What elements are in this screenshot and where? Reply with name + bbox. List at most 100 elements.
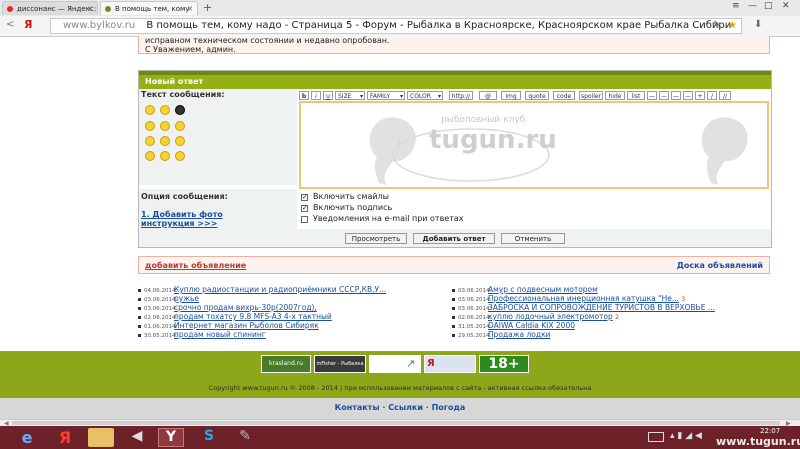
- italic-button[interactable]: i: [311, 91, 321, 100]
- color-select[interactable]: COLOR ▾: [407, 91, 443, 100]
- family-select[interactable]: FAMILY ▾: [367, 91, 405, 100]
- email-notify-checkbox[interactable]: [301, 216, 308, 223]
- toolbar-button[interactable]: —: [659, 91, 669, 100]
- enable-signature-checkbox[interactable]: ✓: [301, 205, 308, 212]
- download-icon[interactable]: ⬇: [754, 19, 762, 30]
- edit-icon[interactable]: ✎: [713, 19, 721, 33]
- submit-reply-button[interactable]: Добавить ответ: [413, 233, 495, 244]
- add-photo-link[interactable]: 1. Добавить фото: [141, 210, 223, 219]
- toolbar-button[interactable]: —: [671, 91, 681, 100]
- post-notice-box: исправном техническом состоянии и недавн…: [138, 36, 770, 54]
- angry-icon[interactable]: [175, 151, 185, 161]
- maximize-icon[interactable]: □: [764, 1, 773, 11]
- list-item: 03.06.2014:ружье: [138, 294, 448, 303]
- media-player-icon[interactable]: ◀: [124, 428, 150, 447]
- tab-yandex[interactable]: диссонанс — Яндекс: ✕: [2, 1, 98, 15]
- enable-smiles-label: Включить смайлы: [313, 192, 389, 201]
- yandex-counter[interactable]: Я: [424, 355, 476, 373]
- list-item: 03.06.2014:Профессиональная инерционная …: [452, 294, 770, 303]
- confused-icon[interactable]: [160, 136, 170, 146]
- toolbar-button[interactable]: /: [707, 91, 717, 100]
- ad-link[interactable]: DAIWA Caldia KIX 2000: [488, 321, 575, 330]
- contacts-link[interactable]: Контакты: [335, 403, 380, 412]
- bold-button[interactable]: b: [299, 91, 309, 100]
- message-textarea[interactable]: рыболовный клуб tugun.ru: [299, 101, 769, 189]
- url-button[interactable]: http://: [449, 91, 473, 100]
- smile-icon[interactable]: [145, 105, 155, 115]
- underline-button[interactable]: u: [323, 91, 333, 100]
- toolbar-button[interactable]: —: [683, 91, 693, 100]
- img-button[interactable]: img: [501, 91, 521, 100]
- ad-link[interactable]: ЗАБРОСКА И СОПРОВОЖДЕНИЕ ТУРИСТОВ В ВЕРХ…: [488, 303, 715, 312]
- close-tab-icon[interactable]: ✕: [87, 2, 93, 15]
- surprised-icon[interactable]: [145, 136, 155, 146]
- yandex-browser-icon[interactable]: Я: [52, 428, 78, 447]
- ad-link[interactable]: Профессиональная инерционная катушка "Не…: [488, 294, 679, 303]
- mfisher-counter[interactable]: mFisher - Рыбалка: [314, 355, 366, 373]
- krasland-counter[interactable]: krasland.ru: [261, 355, 311, 373]
- back-icon[interactable]: <: [6, 19, 14, 30]
- cry-icon[interactable]: [160, 151, 170, 161]
- ads-board-link[interactable]: Доска объявлений: [677, 257, 763, 275]
- code-button[interactable]: code: [553, 91, 575, 100]
- chevron-down-icon: ▾: [399, 93, 403, 100]
- cancel-button[interactable]: Отменить: [501, 233, 565, 244]
- ad-link[interactable]: срочно продам вихрь-30р(2007год),: [174, 303, 317, 312]
- cool-icon[interactable]: [175, 105, 185, 115]
- scrollbar-thumb[interactable]: [12, 421, 780, 425]
- list-button[interactable]: list: [627, 91, 645, 100]
- message-label: Текст сообщения:: [141, 90, 225, 99]
- spoiler-button[interactable]: spoiler: [579, 91, 603, 100]
- paint-icon[interactable]: ✎: [232, 428, 258, 447]
- happy-icon[interactable]: [175, 136, 185, 146]
- close-window-icon[interactable]: ✕: [782, 1, 790, 11]
- instruction-link[interactable]: инструкция >>>: [141, 219, 217, 228]
- ad-link[interactable]: Интернет магазин Рыболов Сибиряк: [174, 321, 319, 330]
- skype-icon[interactable]: S: [196, 428, 222, 447]
- preview-button[interactable]: Просмотреть: [345, 233, 407, 244]
- url-field[interactable]: www.bylkov.ru В помощь тем, кому надо - …: [50, 18, 742, 34]
- minimize-icon[interactable]: —: [748, 1, 757, 11]
- yandex-browser-active-icon[interactable]: Y: [158, 428, 184, 447]
- footer-links-bar: Контакты · Ссылки · Погода: [0, 398, 800, 419]
- toolbar-button[interactable]: //: [719, 91, 731, 100]
- new-tab-button[interactable]: +: [203, 1, 212, 14]
- ad-link[interactable]: продам новый спининг: [174, 330, 266, 339]
- menu-icon[interactable]: ≡: [732, 1, 740, 11]
- toolbar-button[interactable]: +: [695, 91, 705, 100]
- toolbar-button[interactable]: —: [647, 91, 657, 100]
- enable-smiles-checkbox[interactable]: ✓: [301, 194, 308, 201]
- ad-link[interactable]: продам тохатсу 9.8 MFS-A3 4-х тактный: [174, 312, 332, 321]
- keyboard-icon[interactable]: [648, 432, 664, 442]
- ad-link[interactable]: Амур с подвесным мотором: [488, 285, 598, 294]
- copyright-text: Copyright www.tugun.ru © 2008 - 2014 | п…: [208, 384, 592, 392]
- close-tab-icon[interactable]: ✕: [187, 2, 193, 15]
- bookmark-star-icon[interactable]: ★: [728, 19, 737, 33]
- laugh-icon[interactable]: [160, 121, 170, 131]
- yandex-logo-icon[interactable]: Я: [24, 18, 32, 31]
- tab-forum[interactable]: В помощь тем, кому ✕: [100, 1, 198, 15]
- weather-link[interactable]: Погода: [432, 403, 466, 412]
- stats-counter[interactable]: ↗: [369, 355, 421, 373]
- reply-form: Новый ответ Текст сообщения: b i u SIZE ▾…: [138, 70, 772, 248]
- ad-link[interactable]: Продажа лодки: [488, 330, 550, 339]
- chevron-down-icon: ▾: [359, 93, 363, 100]
- email-button[interactable]: @: [479, 91, 497, 100]
- tongue-icon[interactable]: [175, 121, 185, 131]
- grin-icon[interactable]: [160, 105, 170, 115]
- ad-link[interactable]: ружье: [174, 294, 199, 303]
- links-link[interactable]: Ссылки: [388, 403, 423, 412]
- yandex-favicon-icon: [7, 6, 13, 12]
- size-select[interactable]: SIZE ▾: [335, 91, 365, 100]
- hide-button[interactable]: hide: [605, 91, 625, 100]
- wink-icon[interactable]: [145, 121, 155, 131]
- ad-link[interactable]: Куплю радиостанции и радиоприёмники СССР…: [174, 285, 386, 294]
- quote-button[interactable]: quote: [525, 91, 549, 100]
- explorer-icon[interactable]: [88, 428, 114, 447]
- address-bar: < Я www.bylkov.ru В помощь тем, кому над…: [0, 16, 800, 37]
- add-ad-link[interactable]: добавить объявление: [145, 257, 246, 275]
- ad-link[interactable]: куплю лодочный электромотор: [488, 312, 613, 321]
- sad-icon[interactable]: [145, 151, 155, 161]
- ie-icon[interactable]: e: [14, 428, 40, 447]
- tray-icons[interactable]: ▴ ▮ ◢ ◀: [670, 431, 702, 441]
